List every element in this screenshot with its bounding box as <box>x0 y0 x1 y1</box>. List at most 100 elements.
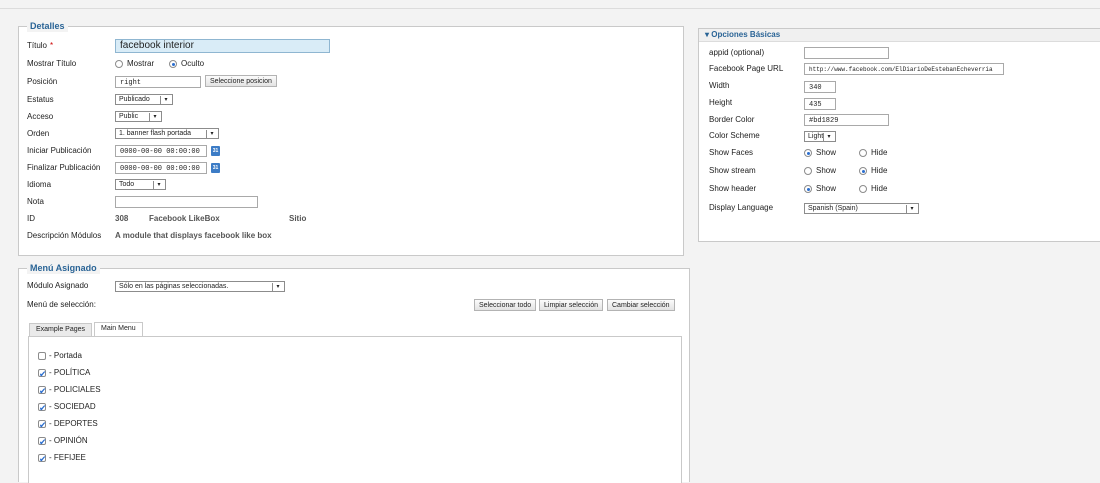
clear-selection-button[interactable]: Limpiar selección <box>539 299 604 311</box>
show-header-radio-hide[interactable] <box>859 185 867 193</box>
list-item[interactable]: - Portada <box>38 349 238 363</box>
access-row: Acceso Public ▾ <box>27 110 667 124</box>
politica-checkbox[interactable] <box>38 367 47 381</box>
display-language-label: Display Language <box>709 203 774 212</box>
show-header-show-label: Show <box>816 184 837 193</box>
width-label: Width <box>709 81 730 90</box>
end-publish-input[interactable]: 0000-00-00 00:00:00 <box>115 162 207 174</box>
chevron-down-icon: ▾ <box>272 283 283 291</box>
list-item[interactable]: - POLÍTICA <box>38 366 238 381</box>
display-language-select[interactable]: Spanish (Spain) ▾ <box>804 203 919 214</box>
order-row: Orden 1. banner flash portada ▾ <box>27 127 667 141</box>
access-label: Acceso <box>27 112 54 121</box>
tab-main-menu[interactable]: Main Menu <box>94 322 143 336</box>
appid-input[interactable] <box>804 47 889 59</box>
show-stream-show-label: Show <box>816 166 837 175</box>
assigned-row: Módulo Asignado Sólo en las páginas sele… <box>27 279 677 293</box>
assigned-select[interactable]: Sólo en las páginas seleccionadas. ▾ <box>115 281 285 292</box>
list-item[interactable]: - FEFIJEE <box>38 451 238 466</box>
appid-row: appid (optional) <box>709 46 1099 60</box>
list-item[interactable]: - OPINIÓN <box>38 434 238 449</box>
color-scheme-select[interactable]: Light ▾ <box>804 131 836 142</box>
page-url-input[interactable]: http://www.facebook.com/ElDiarioDeEsteba… <box>804 63 1004 75</box>
selection-label: Menú de selección: <box>27 300 96 309</box>
border-color-input[interactable]: #bd1829 <box>804 114 889 126</box>
show-stream-radio-show[interactable] <box>804 167 812 175</box>
list-item[interactable]: - POLICIALES <box>38 383 238 398</box>
border-color-label: Border Color <box>709 115 755 124</box>
assigned-label: Módulo Asignado <box>27 281 89 290</box>
chevron-down-icon: ▾ <box>160 96 171 104</box>
note-input[interactable] <box>115 196 258 208</box>
module-name: Facebook LikeBox <box>149 214 220 223</box>
tab-example-pages[interactable]: Example Pages <box>29 323 93 336</box>
show-title-label: Mostrar Título <box>27 59 77 68</box>
sociedad-checkbox[interactable] <box>38 401 47 415</box>
top-divider <box>0 8 1100 9</box>
menu-item-label: - SOCIEDAD <box>49 402 96 411</box>
show-stream-row: Show stream Show Hide <box>709 164 1099 178</box>
details-fieldset: Detalles Título * facebook interior Mostr… <box>18 20 684 256</box>
menu-item-label: - POLICIALES <box>49 385 101 394</box>
show-title-radio-show[interactable] <box>115 60 123 68</box>
module-edit-page: Detalles Título * facebook interior Mostr… <box>0 0 1100 483</box>
start-publish-input[interactable]: 0000-00-00 00:00:00 <box>115 145 207 157</box>
height-row: Height 435 <box>709 96 1099 110</box>
opinion-checkbox[interactable] <box>38 435 47 449</box>
width-input[interactable]: 340 <box>804 81 836 93</box>
show-title-row: Mostrar Título Mostrar Oculto <box>27 57 667 71</box>
chevron-down-icon: ▾ <box>206 130 217 138</box>
end-publish-row: Finalizar Publicación 0000-00-00 00:00:0… <box>27 161 667 175</box>
toggle-selection-button[interactable]: Cambiar selección <box>607 299 675 311</box>
show-stream-radio-hide[interactable] <box>859 167 867 175</box>
position-input[interactable]: right <box>115 76 201 88</box>
language-select[interactable]: Todo ▾ <box>115 179 166 190</box>
show-header-row: Show header Show Hide <box>709 182 1099 196</box>
calendar-icon[interactable]: 31 <box>211 146 220 156</box>
chevron-down-icon: ▾ <box>149 113 160 121</box>
show-faces-radio-show[interactable] <box>804 149 812 157</box>
position-row: Posición right Seleccione posicion <box>27 75 667 89</box>
show-faces-show-label: Show <box>816 148 837 157</box>
height-input[interactable]: 435 <box>804 98 836 110</box>
policiales-checkbox[interactable] <box>38 384 47 398</box>
show-header-radio-show[interactable] <box>804 185 812 193</box>
show-faces-label: Show Faces <box>709 148 754 157</box>
menu-assignment-legend: Menú Asignado <box>27 262 100 274</box>
required-mark: * <box>50 41 54 50</box>
details-legend: Detalles <box>27 20 68 32</box>
list-item[interactable]: - SOCIEDAD <box>38 400 238 415</box>
select-all-button[interactable]: Seleccionar todo <box>474 299 537 311</box>
show-title-hide-label: Oculto <box>181 59 205 68</box>
title-input[interactable]: facebook interior <box>115 39 330 53</box>
title-label: Título * <box>27 41 54 50</box>
order-select[interactable]: 1. banner flash portada ▾ <box>115 128 219 139</box>
id-row: ID 308 Facebook LikeBox Sitio <box>27 212 667 226</box>
list-item[interactable]: - DEPORTES <box>38 417 238 432</box>
access-select[interactable]: Public ▾ <box>115 111 162 122</box>
portada-checkbox[interactable] <box>38 352 46 360</box>
basic-options-panel: ▾ Opciones Básicas appid (optional) Face… <box>698 28 1100 242</box>
calendar-icon[interactable]: 31 <box>211 163 220 173</box>
show-faces-row: Show Faces Show Hide <box>709 146 1099 160</box>
menu-assignment-fieldset: Menú Asignado Módulo Asignado Sólo en la… <box>18 262 690 483</box>
start-publish-label: Iniciar Publicación <box>27 146 92 155</box>
basic-options-header[interactable]: ▾ Opciones Básicas <box>699 29 1100 42</box>
page-url-row: Facebook Page URL http://www.facebook.co… <box>709 62 1099 76</box>
id-label: ID <box>27 214 35 223</box>
show-faces-radio-hide[interactable] <box>859 149 867 157</box>
select-position-button[interactable]: Seleccione posicion <box>205 75 277 87</box>
show-faces-hide-label: Hide <box>871 148 888 157</box>
status-row: Estatus Publicado ▾ <box>27 93 667 107</box>
menu-item-label: - OPINIÓN <box>49 436 88 445</box>
fefijee-checkbox[interactable] <box>38 452 47 466</box>
status-select[interactable]: Publicado ▾ <box>115 94 173 105</box>
deportes-checkbox[interactable] <box>38 418 47 432</box>
chevron-down-icon: ▾ <box>906 205 917 213</box>
status-label: Estatus <box>27 95 54 104</box>
show-title-radio-hide[interactable] <box>169 60 177 68</box>
menu-item-label: - POLÍTICA <box>49 368 91 377</box>
description-row: Descripción Módulos A module that displa… <box>27 229 667 243</box>
color-scheme-label: Color Scheme <box>709 131 760 140</box>
page-url-label: Facebook Page URL <box>709 64 784 73</box>
